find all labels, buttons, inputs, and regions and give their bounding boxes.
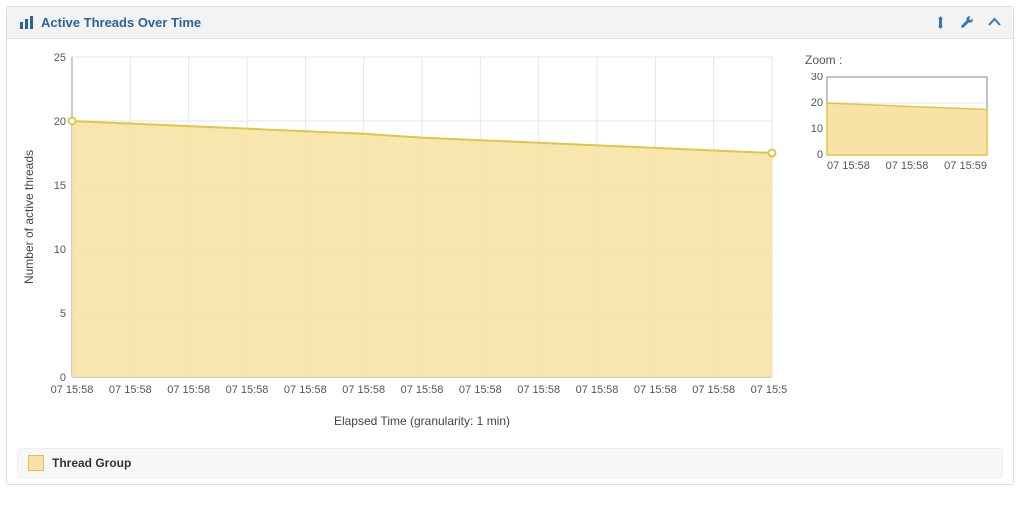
svg-text:20: 20 — [54, 116, 66, 128]
chevron-up-icon[interactable] — [988, 16, 1001, 29]
zoom-label: Zoom : — [805, 53, 1003, 67]
svg-text:07 15:58: 07 15:58 — [692, 384, 735, 396]
svg-text:07 15:58: 07 15:58 — [576, 384, 619, 396]
svg-text:30: 30 — [811, 73, 823, 83]
panel-title: Active Threads Over Time — [41, 15, 201, 30]
svg-text:Elapsed Time (granularity: 1 m: Elapsed Time (granularity: 1 min) — [334, 414, 510, 428]
bar-chart-icon — [19, 16, 33, 30]
legend-swatch — [28, 455, 44, 471]
legend-series-label: Thread Group — [52, 456, 131, 470]
svg-text:07 15:58: 07 15:58 — [284, 384, 327, 396]
mini-chart-column: Zoom : 0 10 20 30 07 15:58 07 15:58 07 15:59 — [803, 47, 1003, 176]
svg-text:07 15:58: 07 15:58 — [226, 384, 269, 396]
move-icon[interactable] — [934, 16, 947, 29]
svg-text:07 15:58: 07 15:58 — [517, 384, 560, 396]
svg-text:07 15:59: 07 15:59 — [944, 160, 987, 172]
svg-text:0: 0 — [60, 372, 66, 384]
svg-text:07 15:58: 07 15:58 — [109, 384, 152, 396]
panel-actions — [934, 16, 1001, 29]
svg-text:10: 10 — [811, 123, 823, 135]
panel-header: Active Threads Over Time — [7, 7, 1013, 39]
svg-text:07 15:58: 07 15:58 — [886, 160, 929, 172]
svg-text:07 15:58: 07 15:58 — [342, 384, 385, 396]
svg-text:10: 10 — [54, 244, 66, 256]
svg-text:20: 20 — [811, 97, 823, 109]
svg-text:07 15:58: 07 15:58 — [167, 384, 210, 396]
svg-text:25: 25 — [54, 52, 66, 64]
svg-text:07 15:59: 07 15:59 — [751, 384, 787, 396]
svg-text:0: 0 — [817, 149, 823, 161]
chart-panel: Active Threads Over Time 0 5 10 15 20 25 07 15… — [6, 6, 1014, 485]
svg-text:07 15:58: 07 15:58 — [634, 384, 677, 396]
svg-text:07 15:58: 07 15:58 — [459, 384, 502, 396]
svg-text:5: 5 — [60, 308, 66, 320]
svg-text:15: 15 — [54, 180, 66, 192]
series-area — [72, 121, 772, 377]
legend: Thread Group — [17, 448, 1003, 478]
svg-text:07 15:58: 07 15:58 — [401, 384, 444, 396]
svg-text:Number of active threads: Number of active threads — [22, 150, 36, 284]
wrench-icon[interactable] — [961, 16, 974, 29]
panel-body: 0 5 10 15 20 25 07 15:58 07 15:58 07 15:58 07 15:… — [7, 39, 1013, 484]
main-chart: 0 5 10 15 20 25 07 15:58 07 15:58 07 15:58 07 15:… — [17, 47, 787, 440]
svg-text:07 15:58: 07 15:58 — [51, 384, 94, 396]
svg-text:07 15:58: 07 15:58 — [827, 160, 870, 172]
main-chart-svg: 0 5 10 15 20 25 07 15:58 07 15:58 07 15:58 07 15:… — [17, 47, 787, 437]
mini-chart-svg[interactable]: 0 10 20 30 07 15:58 07 15:58 07 15:59 — [803, 73, 993, 173]
